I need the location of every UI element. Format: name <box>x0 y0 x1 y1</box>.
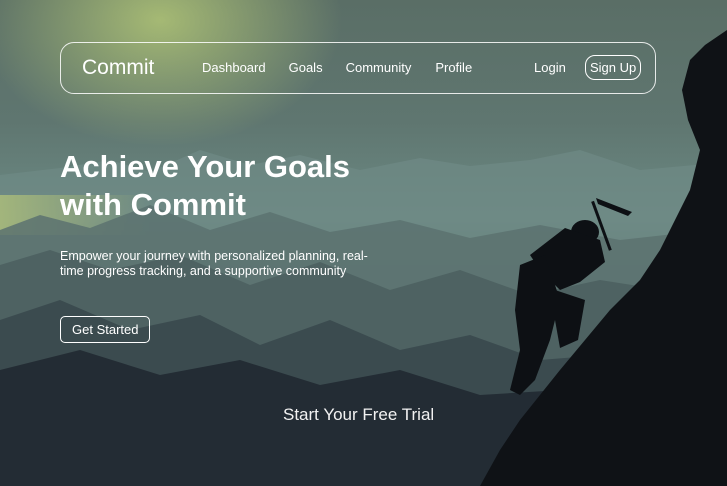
sign-up-button[interactable]: Sign Up <box>585 55 642 80</box>
brand-logo-text[interactable]: Commit <box>82 56 154 80</box>
nav-links: Dashboard Goals Community Profile <box>202 60 472 75</box>
start-free-trial-link[interactable]: Start Your Free Trial <box>283 405 434 425</box>
nav-link-goals[interactable]: Goals <box>289 60 323 75</box>
hero-title-line-2: with Commit <box>60 187 246 222</box>
top-navigation-bar: Commit Dashboard Goals Community Profile… <box>60 42 656 94</box>
nav-link-profile[interactable]: Profile <box>435 60 472 75</box>
hero-title: Achieve Your Goals with Commit <box>60 148 420 224</box>
hero-title-line-1: Achieve Your Goals <box>60 149 351 184</box>
get-started-button[interactable]: Get Started <box>60 316 151 343</box>
hero-subtitle: Empower your journey with personalized p… <box>60 249 368 278</box>
nav-link-dashboard[interactable]: Dashboard <box>202 60 266 75</box>
login-link[interactable]: Login <box>534 60 566 75</box>
nav-link-community[interactable]: Community <box>346 60 412 75</box>
